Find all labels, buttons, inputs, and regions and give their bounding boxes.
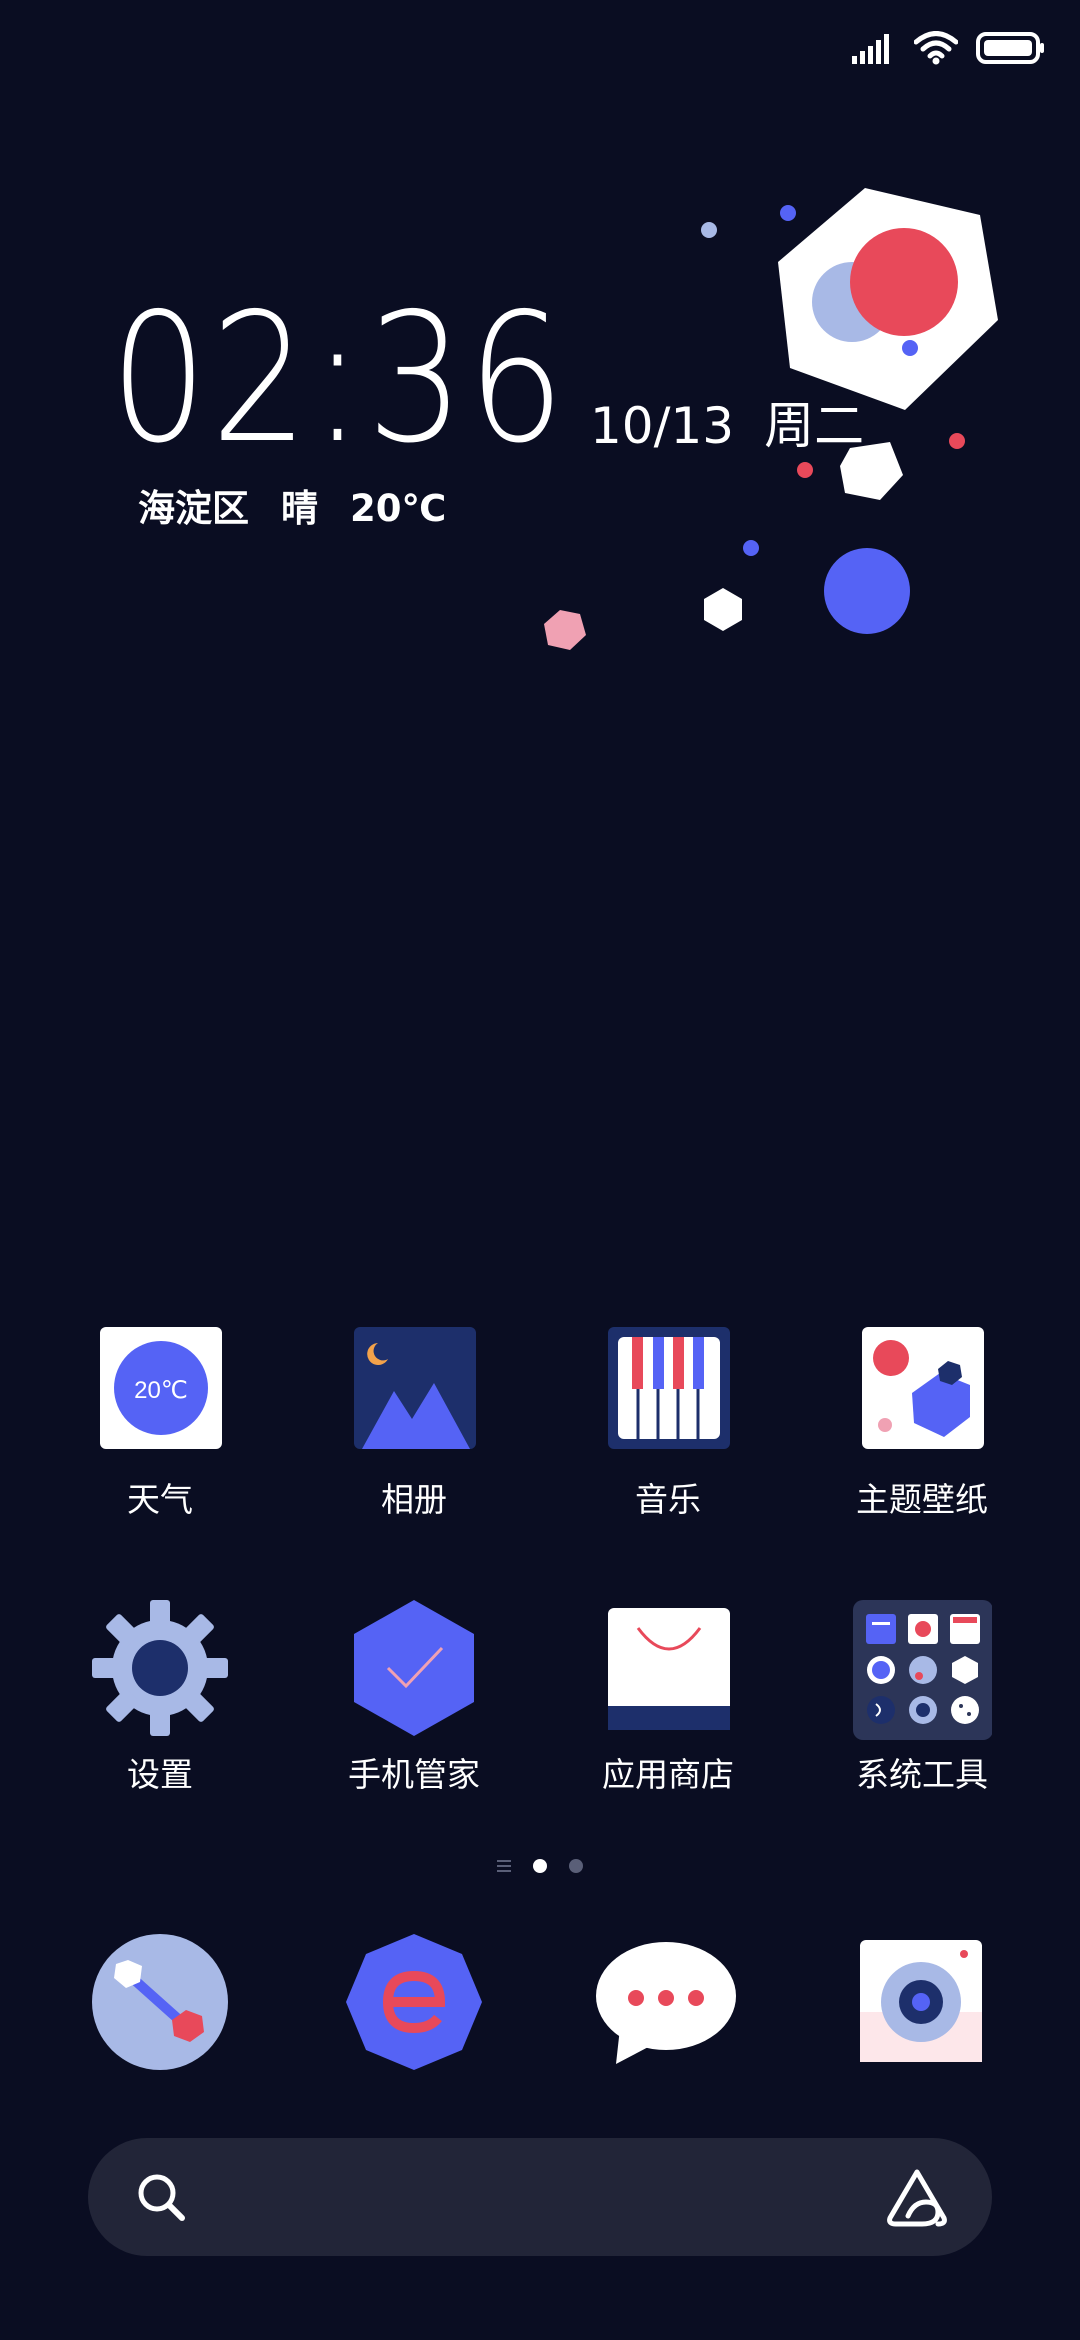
weather-summary[interactable]: 海淀区晴 20℃ [138,484,446,534]
app-label: 音乐 [635,1480,701,1519]
app-store[interactable]: 应用商店 [553,1600,783,1820]
app-themes[interactable]: 主题壁纸 [807,1325,1037,1545]
app-label: 设置 [127,1755,193,1794]
weather-icon: 20℃ [100,1327,222,1449]
status-bar [852,24,1046,72]
security-icon [354,1600,474,1736]
app-label: 主题壁纸 [856,1480,988,1519]
app-weather[interactable]: 20℃ 天气 [45,1325,275,1545]
app-label: 系统工具 [856,1755,988,1794]
dock-browser[interactable] [344,1932,484,2072]
app-label: 相册 [381,1480,447,1519]
messages-icon [596,1942,736,2064]
search-bar[interactable] [88,2138,992,2258]
weekday-text: 周二 [764,397,865,455]
app-music[interactable]: 音乐 [553,1325,783,1545]
dock-camera[interactable] [850,1932,990,2072]
clock-time[interactable]: 02:36 [110,290,568,468]
battery-icon [976,32,1044,64]
themes-icon [862,1327,984,1449]
app-folder-tools[interactable]: 系统工具 [807,1600,1037,1820]
tools-folder-icon [853,1600,992,1740]
app-store-icon [608,1608,730,1730]
app-security[interactable]: 手机管家 [299,1600,529,1820]
camera-icon [860,1940,982,2062]
search-input[interactable] [208,2138,862,2258]
weather-district: 海淀区 [138,487,249,530]
assistant-icon[interactable] [884,2168,950,2228]
page-dot-2[interactable] [569,1859,583,1873]
cellular-signal-icon [852,34,889,64]
gallery-icon [354,1327,476,1449]
menu-lines-icon[interactable] [497,1859,511,1873]
wifi-icon [914,31,958,65]
weather-icon-temperature: 20℃ [134,1377,188,1404]
weather-condition: 晴 [281,487,318,530]
page-indicator[interactable] [0,1852,1080,1880]
weather-temperature: 20℃ [350,487,447,530]
music-icon [608,1327,730,1449]
browser-icon [346,1934,482,2070]
date-text: 10/13 [590,397,735,455]
clock-date[interactable]: 10/13 周二 [590,396,864,456]
gear-icon [92,1600,228,1736]
home-screen: 02:36 10/13 周二 海淀区晴 20℃ 20℃ 天气 相册 音乐 主题壁… [0,0,1080,2340]
app-gallery[interactable]: 相册 [299,1325,529,1545]
dock-phone[interactable] [90,1932,230,2072]
app-label: 应用商店 [602,1755,734,1794]
app-label: 手机管家 [348,1755,480,1794]
app-settings[interactable]: 设置 [45,1600,275,1820]
app-label: 天气 [127,1480,193,1519]
page-dot-1[interactable] [533,1859,547,1873]
search-icon [138,2174,185,2221]
phone-icon [92,1934,228,2070]
dock-messages[interactable] [596,1932,736,2072]
